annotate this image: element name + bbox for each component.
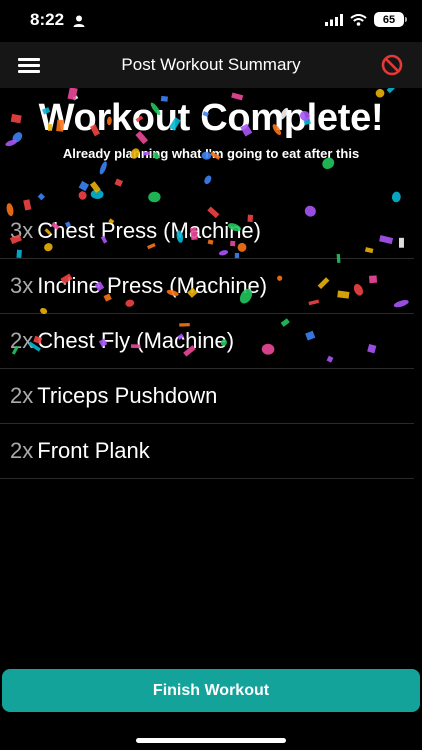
exercise-set-count: 2x — [10, 328, 34, 353]
exercise-set-count: 2x — [10, 383, 34, 408]
exercise-row-chest-fly[interactable]: 2x Chest Fly (Machine) — [0, 314, 414, 369]
status-bar: 8:22 65 — [0, 0, 422, 42]
workout-complete-heading: Workout Complete! — [38, 97, 384, 139]
status-time: 8:22 — [30, 10, 65, 29]
exercise-set-count: 3x — [10, 218, 34, 243]
exercise-set-count: 2x — [10, 438, 34, 463]
exercise-list: 3x Chest Press (Machine) 3x Incline Pres… — [0, 204, 414, 479]
exercise-row-triceps-pushdown[interactable]: 2x Triceps Pushdown — [0, 369, 414, 424]
exercise-set-count: 3x — [10, 273, 34, 298]
exercise-row-chest-press[interactable]: 3x Chest Press (Machine) — [0, 204, 414, 259]
nav-bar: Post Workout Summary — [0, 42, 422, 88]
home-indicator — [136, 738, 286, 743]
no-entry-icon[interactable] — [380, 53, 404, 77]
confetti-piece — [204, 175, 212, 185]
confetti-piece — [78, 180, 90, 192]
status-indicators: 65 — [325, 12, 407, 27]
confetti-piece — [90, 189, 104, 200]
confetti-piece — [37, 193, 45, 201]
workout-subtitle: Already planning what I'm going to eat a… — [62, 146, 360, 161]
confetti-piece — [99, 161, 107, 175]
exercise-name: Front Plank — [37, 438, 150, 463]
exercise-row-incline-press[interactable]: 3x Incline Press (Machine) — [0, 259, 414, 314]
page-title: Post Workout Summary — [121, 55, 301, 74]
battery-level: 65 — [382, 13, 396, 26]
signal-icon — [325, 13, 343, 26]
person-icon — [73, 15, 85, 27]
confetti-piece — [391, 191, 401, 203]
exercise-row-front-plank[interactable]: 2x Front Plank — [0, 424, 414, 479]
exercise-name: Incline Press (Machine) — [37, 273, 268, 298]
confetti-piece — [89, 181, 101, 193]
exercise-name: Triceps Pushdown — [37, 383, 218, 408]
confetti-piece — [386, 88, 395, 94]
exercise-name: Chest Press (Machine) — [37, 218, 261, 243]
wifi-icon — [350, 13, 367, 26]
confetti-piece — [78, 191, 87, 200]
confetti-piece — [148, 191, 161, 203]
battery-indicator: 65 — [374, 12, 407, 27]
confetti-piece — [114, 178, 124, 187]
finish-workout-button[interactable]: Finish Workout — [2, 669, 420, 712]
exercise-name: Chest Fly (Machine) — [37, 328, 235, 353]
